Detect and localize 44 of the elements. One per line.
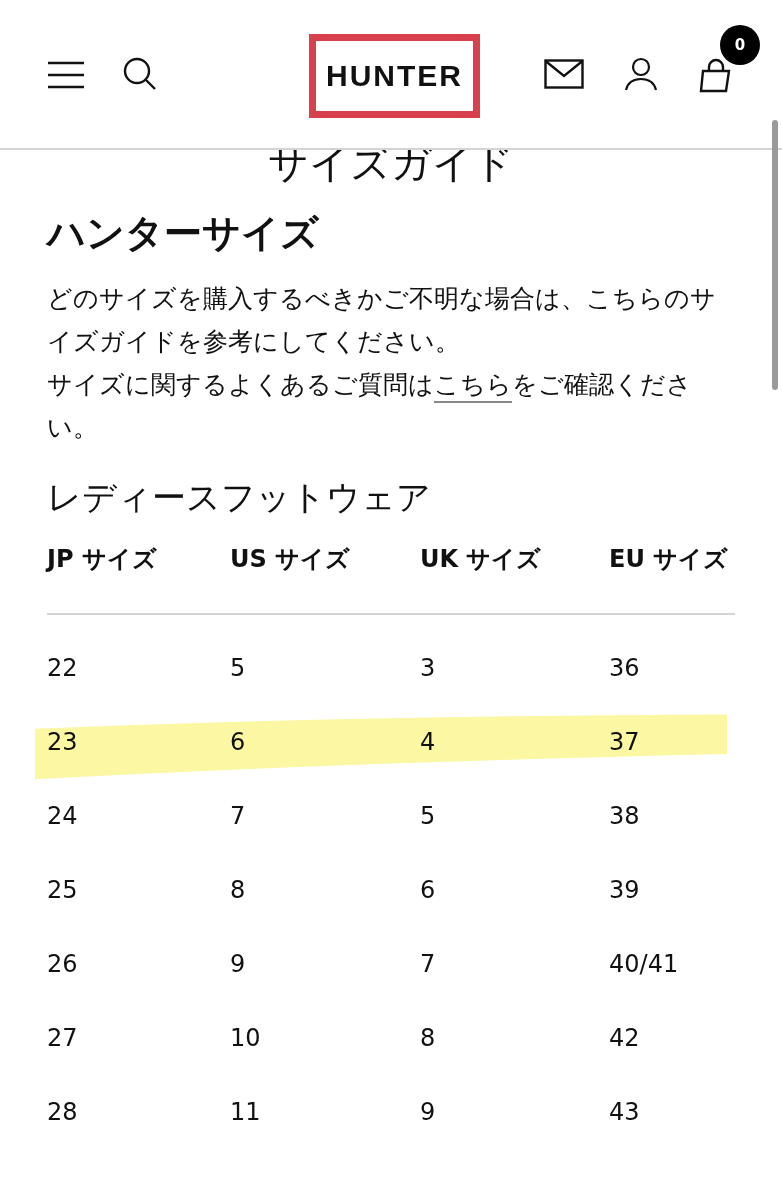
table-cell-text: 10 [230, 1024, 262, 1052]
mail-icon[interactable] [544, 59, 584, 89]
table-cell-text: 11 [230, 1098, 262, 1126]
table-cell-text: 22 [47, 654, 79, 682]
table-cell-text: 23 [47, 728, 79, 756]
column-header: UK サイズ [420, 544, 543, 575]
table-cell-text: 42 [609, 1024, 641, 1052]
table-cell-text: 3 [420, 654, 437, 682]
table-title: レディースフットウェア [47, 476, 432, 519]
table-cell-text: 5 [420, 802, 437, 830]
faq-text: サイズに関するよくあるご質問は こちら をご確認ください。 [47, 369, 693, 444]
table-cell-text: 8 [230, 876, 247, 904]
section-title: ハンターサイズ [47, 210, 320, 257]
table-cell-text: 27 [47, 1024, 79, 1052]
table-cell-text: 40/41 [609, 950, 680, 978]
table-cell-text: 43 [609, 1098, 641, 1126]
cart-count-badge: 0 [720, 25, 760, 65]
table-cell-text: 5 [230, 654, 247, 682]
table-cell-text: 9 [230, 950, 247, 978]
faq-link[interactable]: こちら [434, 370, 512, 399]
scrollbar[interactable] [772, 120, 778, 390]
table-cell-text: 28 [47, 1098, 79, 1126]
table-cell-text: 24 [47, 802, 79, 830]
column-header: US サイズ [230, 544, 352, 575]
table-cell-text: 38 [609, 802, 641, 830]
table-cell-text: 8 [420, 1024, 437, 1052]
table-cell-text: 39 [609, 876, 641, 904]
intro-text: どのサイズを購入するべきかご不明な場合は、こちらのサイズガイドを参考にしてください。 [47, 283, 717, 358]
table-cell-text: 6 [420, 876, 437, 904]
column-header: EU サイズ [609, 544, 730, 575]
table-cell-text: 7 [230, 802, 247, 830]
table-cell-text: 36 [609, 654, 641, 682]
hunter-logo[interactable]: HUNTER [309, 34, 480, 118]
table-cell-text: 25 [47, 876, 79, 904]
column-header: JP サイズ [47, 544, 158, 575]
menu-icon[interactable] [47, 61, 85, 89]
account-icon[interactable] [624, 57, 658, 91]
table-cell-text: 9 [420, 1098, 437, 1126]
table-cell-text: 4 [420, 728, 437, 756]
table-cell-text: 26 [47, 950, 79, 978]
table-cell-text: 7 [420, 950, 437, 978]
table-cell-text: 37 [609, 728, 641, 756]
search-icon[interactable] [123, 57, 157, 91]
table-cell-text: 6 [230, 728, 247, 756]
